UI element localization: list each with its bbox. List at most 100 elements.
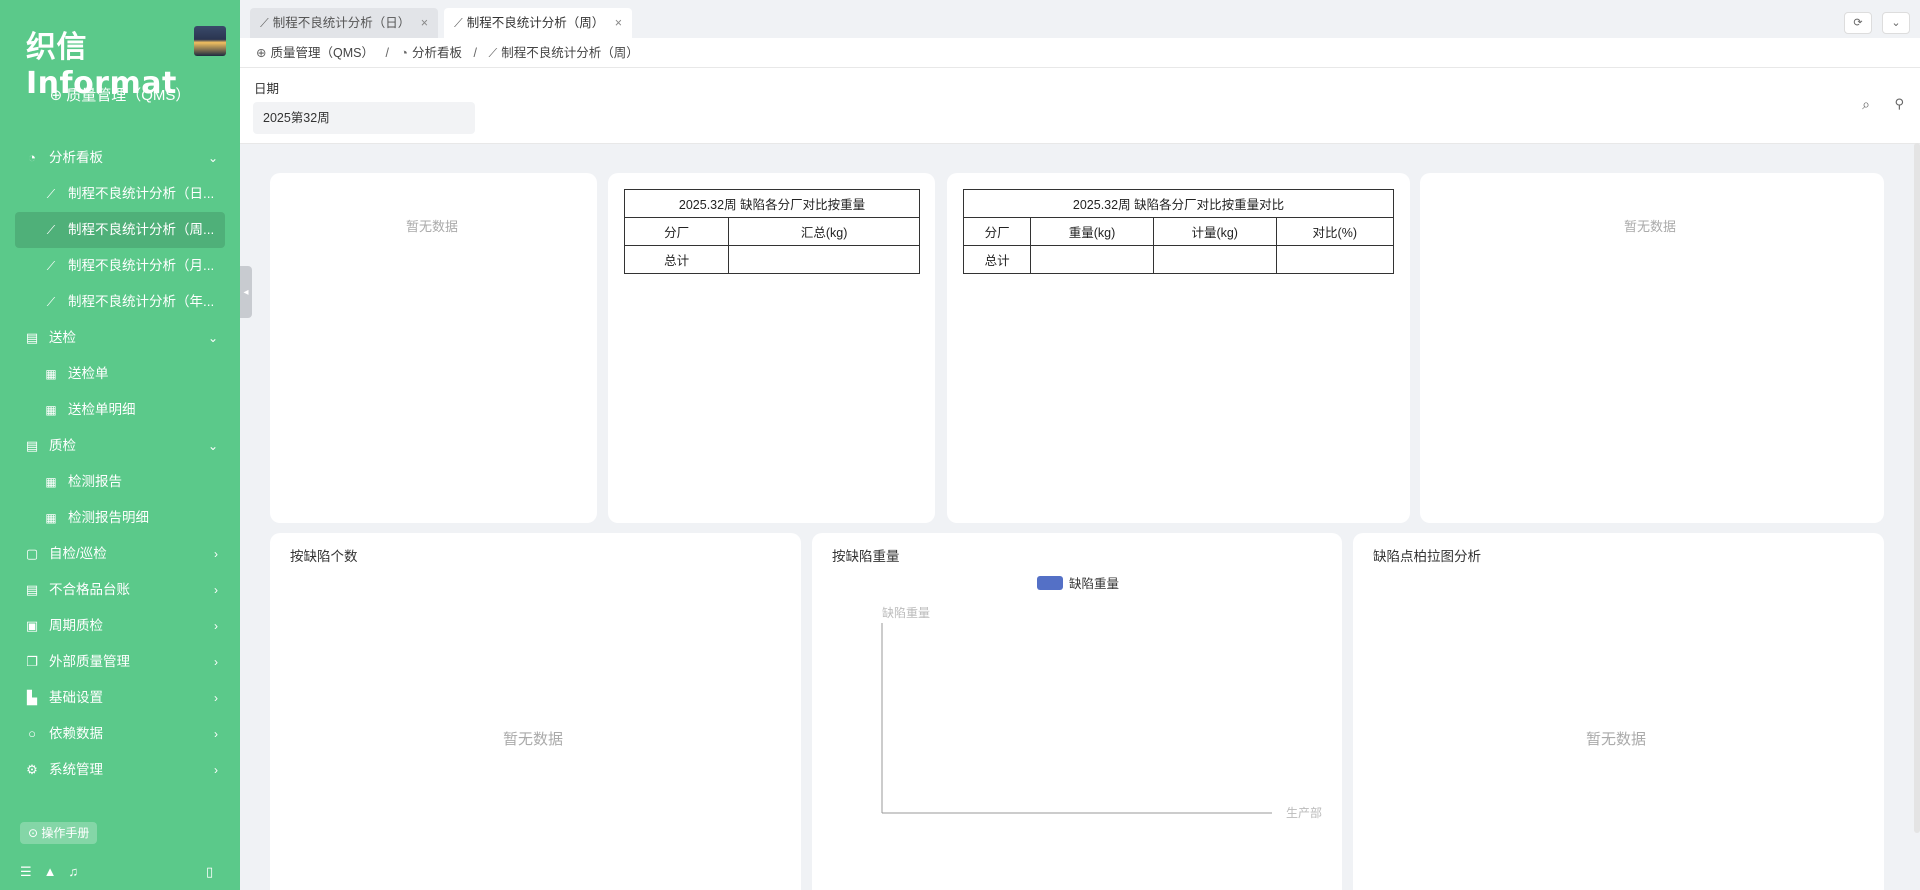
menu-toggle-icon[interactable]: ☰ xyxy=(20,864,32,880)
chevron-right-icon: › xyxy=(214,655,218,669)
chevron-right-icon: › xyxy=(214,691,218,705)
sidebar-group[interactable]: ▤ 不合格品台账 › xyxy=(0,572,240,608)
table-header: 分厂 xyxy=(962,217,1032,246)
breadcrumb-item[interactable]: 质量管理（QMS） xyxy=(270,46,373,60)
document-icon: ▤ xyxy=(25,438,39,453)
no-data-text: 暂无数据 xyxy=(1586,731,1647,748)
sidebar-item-label: 制程不良统计分析（月... xyxy=(68,258,215,273)
sidebar-group[interactable]: ◔ 分析看板 ⌄ xyxy=(0,140,240,176)
chart-legend[interactable]: 缺陷重量 xyxy=(1037,573,1119,592)
sidebar-item-label: 质检 xyxy=(49,438,76,453)
line-chart-icon: ⟋ xyxy=(46,295,56,309)
sidebar-item[interactable]: ▦ 送检单明细 xyxy=(0,392,240,428)
date-input[interactable]: 2025第32周 xyxy=(253,102,475,134)
app-name[interactable]: ⊕ 质量管理（QMS） xyxy=(0,84,240,105)
table-caption: 2025.32周 缺陷各分厂对比按重量 xyxy=(624,189,920,218)
table-header: 汇总(kg) xyxy=(728,217,920,246)
sidebar-group[interactable]: ▙ 基础设置 › xyxy=(0,680,240,716)
sidebar-item-label: 周期质检 xyxy=(49,618,103,633)
y-axis-label: 缺陷重量 xyxy=(882,605,930,620)
search-icon[interactable]: ⌕ xyxy=(1862,96,1870,113)
chevron-right-icon: › xyxy=(214,763,218,777)
sidebar-item-label: 制程不良统计分析（周... xyxy=(68,222,215,237)
table-icon: ▦ xyxy=(45,403,57,417)
table-header: 重量(kg) xyxy=(1030,217,1154,246)
card-defect-weight: 按缺陷重量 缺陷重量 缺陷重量生产部 xyxy=(812,533,1342,890)
card-title: 按缺陷个数 xyxy=(290,549,358,564)
search-icon: ⊕ xyxy=(256,46,267,60)
filter-icon[interactable]: ⚲ xyxy=(1894,96,1904,112)
breadcrumb-item: 制程不良统计分析（周） xyxy=(501,46,639,60)
tab-weekly[interactable]: ⟋ 制程不良统计分析（周） × xyxy=(444,8,632,38)
tab-close-icon[interactable]: × xyxy=(615,8,622,38)
theme-icon[interactable]: ▲ xyxy=(44,864,57,880)
breadcrumb-item[interactable]: 分析看板 xyxy=(412,46,462,60)
table-cell xyxy=(728,245,920,274)
legend-swatch xyxy=(1037,575,1063,590)
sidebar-item[interactable]: ▦ 检测报告明细 xyxy=(0,500,240,536)
table-header: 对比(%) xyxy=(1275,217,1395,246)
sidebar-group[interactable]: ○ 依赖数据 › xyxy=(0,716,240,752)
sidebar-group[interactable]: ▤ 送检 ⌄ xyxy=(0,320,240,356)
card-empty-right: 暂无数据 xyxy=(1420,173,1884,523)
table-cell: 总计 xyxy=(623,245,730,274)
card-title: 按缺陷重量 xyxy=(832,549,900,564)
sidebar-group[interactable]: ▢ 自检/巡检 › xyxy=(0,536,240,572)
sidebar-item-label: 分析看板 xyxy=(49,150,103,165)
weight-compare-table: 2025.32周 缺陷各分厂对比按重量对比 分厂 重量(kg) 计量(kg) 对… xyxy=(962,189,1395,274)
sidebar-collapse-handle[interactable]: ◂ xyxy=(240,266,252,318)
chevron-right-icon: › xyxy=(214,547,218,561)
dashboard-icon: ◔ xyxy=(400,46,408,60)
sidebar-item[interactable]: ⟋ 制程不良统计分析（周... xyxy=(15,212,225,248)
card-title: 缺陷点柏拉图分析 xyxy=(1373,549,1481,564)
x-tick-label: 生产部 xyxy=(1286,805,1322,820)
page-scrollbar[interactable] xyxy=(1914,143,1920,833)
bell-icon[interactable]: ♫ xyxy=(69,864,79,880)
sidebar-group[interactable]: ▣ 周期质检 › xyxy=(0,608,240,644)
date-label: 日期 xyxy=(254,82,280,96)
table-header: 计量(kg) xyxy=(1152,217,1277,246)
card-table-weight: 2025.32周 缺陷各分厂对比按重量 分厂 汇总(kg) 总计 xyxy=(608,173,935,523)
legend-label: 缺陷重量 xyxy=(1069,577,1120,591)
tab-close-icon[interactable]: × xyxy=(421,8,428,38)
manual-button[interactable]: ⊙ 操作手册 xyxy=(20,822,98,844)
sidebar-item-label: 制程不良统计分析（年... xyxy=(68,294,215,309)
table-cell xyxy=(1275,245,1395,274)
sidebar-item[interactable]: ⟋ 制程不良统计分析（年... xyxy=(0,284,240,320)
building-icon: ▙ xyxy=(27,690,37,705)
document-icon: ▤ xyxy=(25,330,39,345)
sidebar-collapse-icon[interactable]: ▯ xyxy=(206,864,213,880)
table-cell xyxy=(1030,245,1154,274)
sidebar-item[interactable]: ⟋ 制程不良统计分析（日... xyxy=(0,176,240,212)
card-pareto: 缺陷点柏拉图分析 暂无数据 xyxy=(1353,533,1884,890)
sidebar-group[interactable]: ❐ 外部质量管理 › xyxy=(0,644,240,680)
sidebar-item-label: 系统管理 xyxy=(49,762,103,777)
card-empty-left: 暂无数据 xyxy=(270,173,597,523)
sidebar-item-label: 送检 xyxy=(49,330,76,345)
sidebar-item[interactable]: ⟋ 制程不良统计分析（月... xyxy=(0,248,240,284)
chevron-down-icon: ⌄ xyxy=(207,439,218,453)
ledger-icon: ▤ xyxy=(25,582,39,597)
user-avatar[interactable] xyxy=(194,26,226,56)
tab-bar: ⟋ 制程不良统计分析（日） × ⟋ 制程不良统计分析（周） × ⟳ ⌄ xyxy=(240,0,1920,38)
table-icon: ▦ xyxy=(45,475,57,489)
sidebar-item-label: 基础设置 xyxy=(49,690,103,705)
file-check-icon: ▢ xyxy=(25,546,39,561)
no-data-text: 暂无数据 xyxy=(1624,219,1677,234)
sidebar-group[interactable]: ⚙ 系统管理 › xyxy=(0,752,240,788)
sidebar-group[interactable]: ▤ 质检 ⌄ xyxy=(0,428,240,464)
sidebar-item[interactable]: ▦ 检测报告 xyxy=(0,464,240,500)
chevron-down-icon: ⌄ xyxy=(207,331,218,345)
table-icon: ▦ xyxy=(45,511,57,525)
refresh-button[interactable]: ⟳ xyxy=(1844,12,1872,34)
line-chart-icon: ⟋ xyxy=(46,187,56,201)
line-chart-icon: ⟋ xyxy=(454,16,463,30)
tab-daily[interactable]: ⟋ 制程不良统计分析（日） × xyxy=(250,8,438,38)
chevron-right-icon: › xyxy=(214,583,218,597)
sidebar-item[interactable]: ▦ 送检单 xyxy=(0,356,240,392)
table-header: 分厂 xyxy=(623,217,730,246)
search-icon: ⊕ xyxy=(49,87,63,104)
chevron-right-icon: › xyxy=(214,727,218,741)
more-dropdown-button[interactable]: ⌄ xyxy=(1882,12,1910,34)
sidebar-item-label: 检测报告明细 xyxy=(68,510,149,525)
